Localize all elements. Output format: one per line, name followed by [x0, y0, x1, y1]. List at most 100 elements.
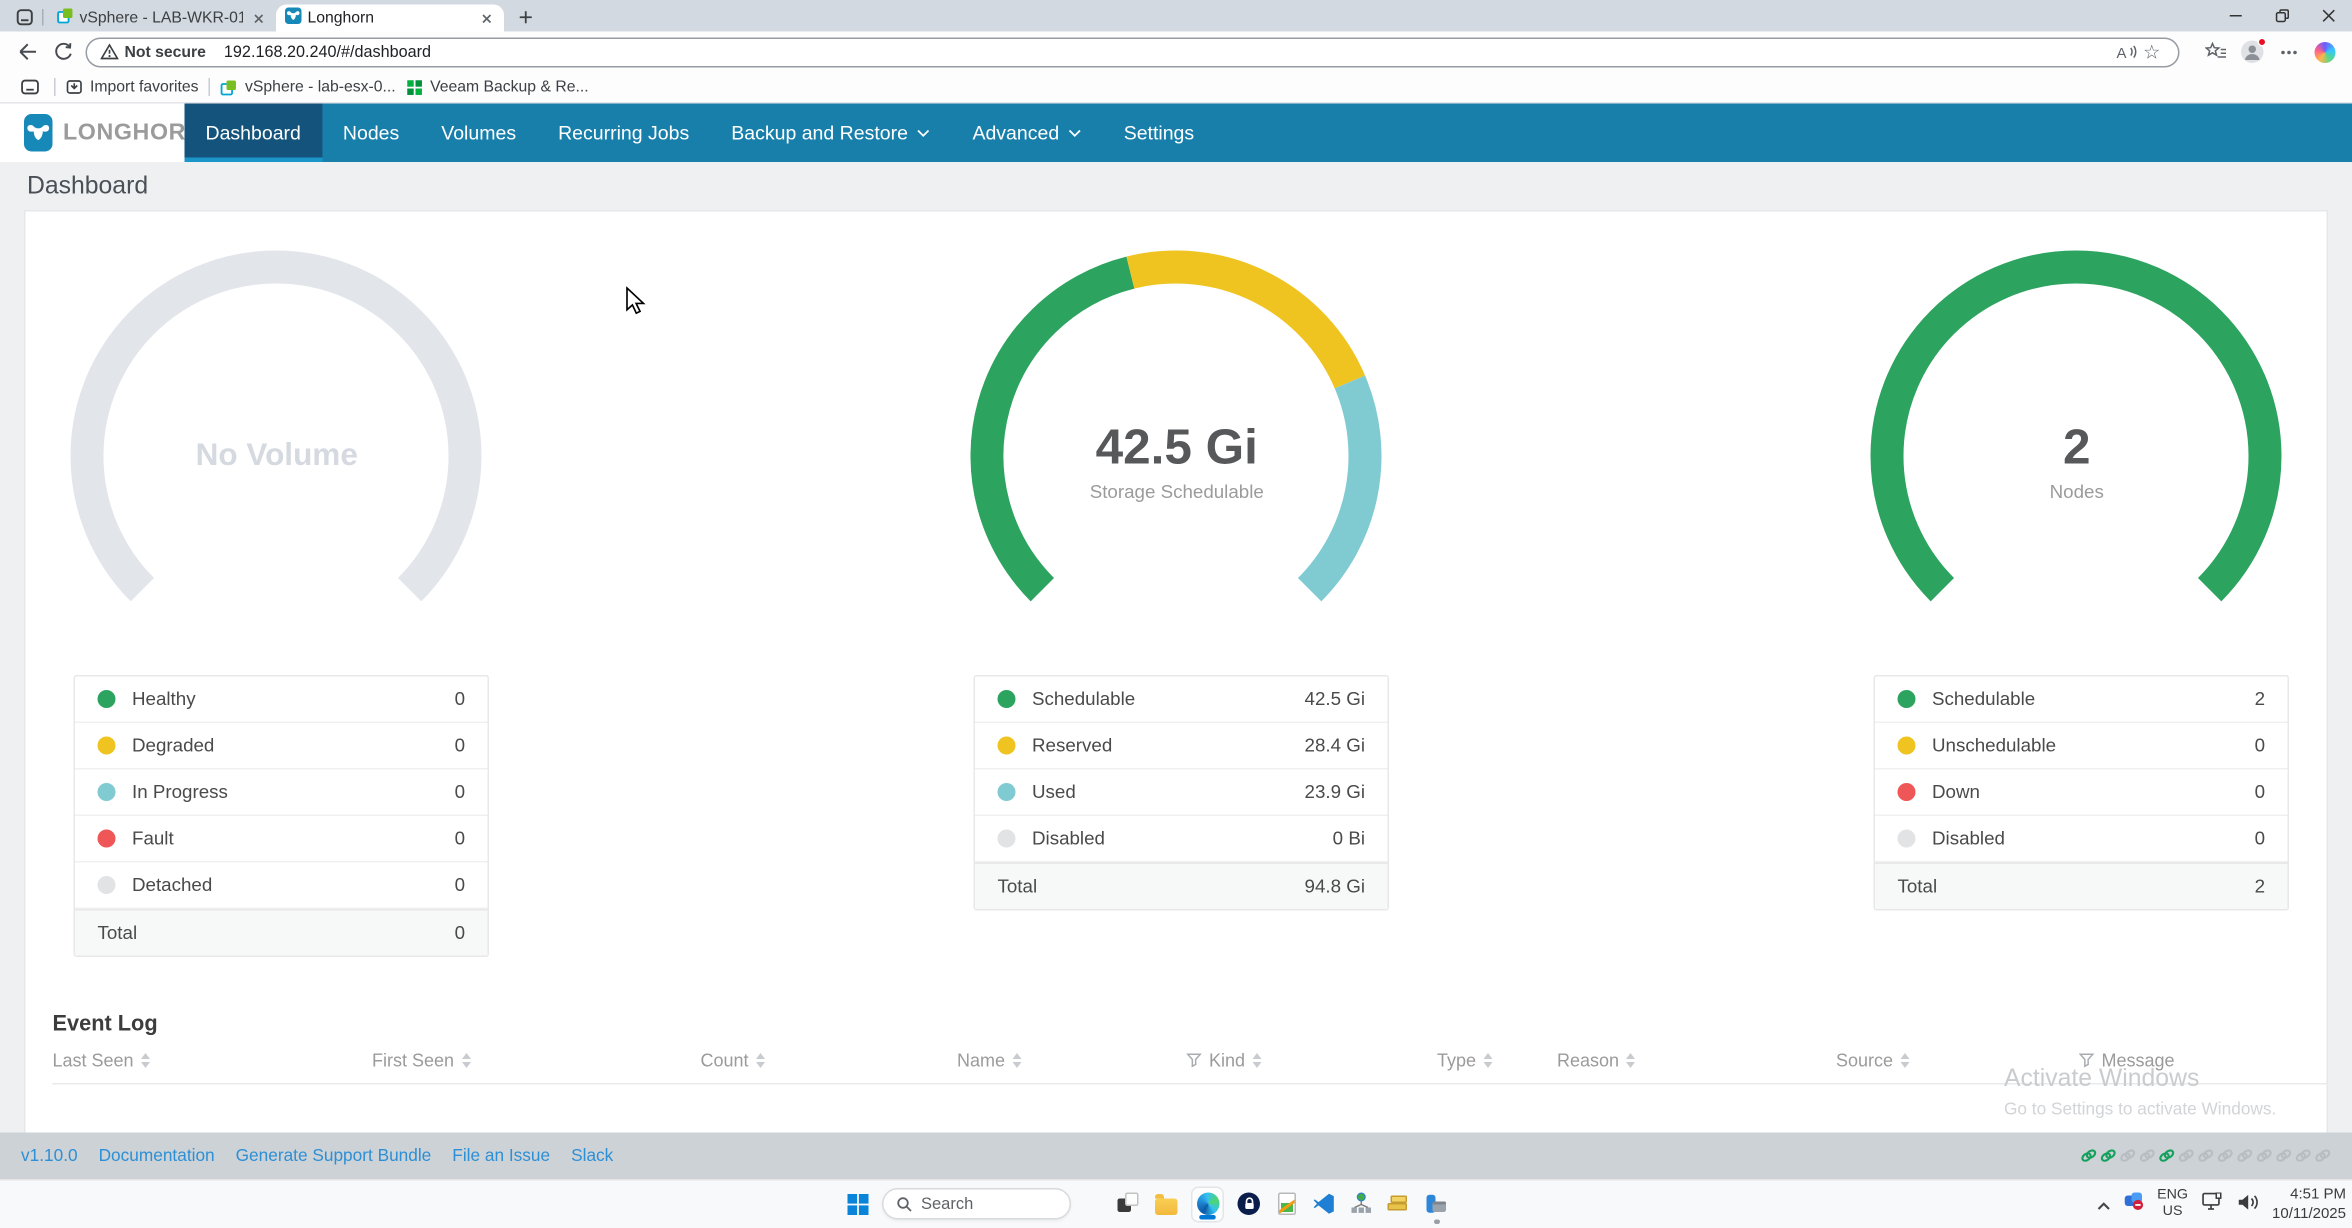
column-header-name[interactable]: Name	[957, 1050, 1187, 1071]
task-view-icon[interactable]	[1116, 1191, 1142, 1217]
nav-item-recurring-jobs[interactable]: Recurring Jobs	[537, 104, 710, 163]
remote-app-icon[interactable]	[1424, 1191, 1450, 1217]
restore-icon[interactable]	[2259, 0, 2306, 32]
column-header-first-seen[interactable]: First Seen	[372, 1050, 701, 1071]
chain-link-icon-grey[interactable]	[2295, 1149, 2312, 1163]
legend-value: 0	[2255, 828, 2265, 849]
nav-item-advanced[interactable]: Advanced	[951, 104, 1102, 163]
address-bar[interactable]: Not secure 192.168.20.240/#/dashboard A …	[86, 37, 2180, 67]
chain-link-icon-grey[interactable]	[2217, 1149, 2234, 1163]
nav-item-settings[interactable]: Settings	[1103, 104, 1215, 163]
chain-link-icon-grey[interactable]	[2178, 1149, 2195, 1163]
import-favorites-button[interactable]: Import favorites	[66, 78, 199, 96]
nav-item-backup-and-restore[interactable]: Backup and Restore	[710, 104, 951, 163]
filter-icon[interactable]	[2079, 1053, 2094, 1068]
chain-link-icon-grey[interactable]	[2198, 1149, 2215, 1163]
start-icon[interactable]	[845, 1191, 871, 1217]
putty-icon[interactable]	[1386, 1191, 1412, 1217]
legend-row-degraded: Degraded0	[75, 723, 488, 770]
back-icon[interactable]	[14, 38, 41, 65]
browser-tab-vsphere[interactable]: vSphere - LAB-WKR-01 - Datasto	[48, 5, 276, 32]
column-header-last-seen[interactable]: Last Seen	[53, 1050, 373, 1071]
footer-link-documentation[interactable]: Documentation	[99, 1147, 215, 1165]
legend-label: Fault	[132, 828, 455, 849]
chain-link-icon-green[interactable]	[2100, 1149, 2117, 1163]
column-label: Reason	[1557, 1050, 1619, 1071]
version-link[interactable]: v1.10.0	[21, 1147, 78, 1165]
tab-actions-icon[interactable]	[12, 5, 36, 29]
chain-link-icon-grey[interactable]	[2237, 1149, 2254, 1163]
nav-item-volumes[interactable]: Volumes	[420, 104, 537, 163]
legend-total-row: Total0	[75, 909, 488, 956]
vscode-icon[interactable]	[1311, 1191, 1337, 1217]
legend-row-unschedulable: Unschedulable0	[1875, 723, 2288, 770]
filter-icon[interactable]	[1187, 1053, 1202, 1068]
chain-link-icon-grey[interactable]	[2120, 1149, 2137, 1163]
network-tray-icon[interactable]	[2202, 1191, 2225, 1218]
gauge-center-value: 2	[1869, 420, 2285, 474]
close-tab-icon[interactable]	[477, 9, 495, 27]
chain-link-icon-grey[interactable]	[2315, 1149, 2332, 1163]
sort-icon[interactable]	[1013, 1053, 1022, 1068]
dropdown-chevron-icon	[917, 128, 931, 137]
favorite-star-icon[interactable]: ☆	[2139, 41, 2165, 64]
nav-item-nodes[interactable]: Nodes	[322, 104, 420, 163]
gauge-segment-reserved	[1130, 267, 1349, 382]
profile-avatar-icon[interactable]	[2238, 38, 2267, 67]
longhorn-brand[interactable]: LONGHORN	[0, 104, 185, 163]
browser-tab-longhorn[interactable]: Longhorn	[276, 5, 504, 32]
close-tab-icon[interactable]	[249, 9, 267, 27]
language-indicator[interactable]: ENGUS	[2157, 1188, 2188, 1221]
sort-icon[interactable]	[1484, 1053, 1493, 1068]
favorite-veeam[interactable]: Veeam Backup & Re...	[406, 78, 588, 96]
password-manager-icon[interactable]	[1236, 1191, 1262, 1217]
file-explorer-icon[interactable]	[1154, 1191, 1180, 1217]
column-header-kind[interactable]: Kind	[1187, 1050, 1438, 1071]
chain-link-icon-green[interactable]	[2081, 1149, 2098, 1163]
sort-icon[interactable]	[141, 1053, 150, 1068]
column-header-reason[interactable]: Reason	[1557, 1050, 1836, 1071]
footer-link-file-an-issue[interactable]: File an Issue	[452, 1147, 550, 1165]
new-tab-button[interactable]	[513, 5, 537, 29]
gauge-center-label: Storage Schedulable	[969, 482, 1385, 503]
chain-link-icon-grey[interactable]	[2139, 1149, 2156, 1163]
hidden-icons-chevron[interactable]	[2097, 1191, 2111, 1218]
favorite-vsphere[interactable]: vSphere - lab-esx-0...	[221, 78, 396, 96]
tray-app-icon[interactable]	[2124, 1191, 2144, 1218]
nav-item-label: Advanced	[972, 122, 1059, 145]
copilot-icon[interactable]	[2310, 38, 2339, 67]
taskbar-search[interactable]: Search	[882, 1188, 1071, 1220]
column-header-type[interactable]: Type	[1437, 1050, 1557, 1071]
favorites-list-icon[interactable]	[2202, 38, 2231, 67]
collections-icon[interactable]	[15, 73, 44, 102]
minimize-icon[interactable]	[2213, 0, 2260, 32]
read-aloud-icon[interactable]: A	[2114, 41, 2140, 64]
volume-tray-icon[interactable]	[2238, 1191, 2259, 1218]
event-log-title: Event Log	[53, 1013, 2327, 1037]
chain-link-icon-green[interactable]	[2159, 1149, 2176, 1163]
more-options-icon[interactable]	[2274, 38, 2303, 67]
column-header-count[interactable]: Count	[701, 1050, 958, 1071]
sort-icon[interactable]	[462, 1053, 471, 1068]
sort-icon[interactable]	[1253, 1053, 1262, 1068]
footer-link-slack[interactable]: Slack	[571, 1147, 613, 1165]
refresh-icon[interactable]	[50, 38, 77, 65]
nav-item-dashboard[interactable]: Dashboard	[185, 104, 322, 163]
edge-icon[interactable]	[1191, 1186, 1224, 1222]
chain-link-icon-grey[interactable]	[2256, 1149, 2273, 1163]
close-window-icon[interactable]	[2306, 0, 2352, 32]
chain-status-icons	[2081, 1149, 2332, 1163]
taskbar-clock[interactable]: 4:51 PM10/11/2025	[2272, 1185, 2346, 1224]
sort-icon[interactable]	[1901, 1053, 1910, 1068]
not-secure-chip[interactable]: Not secure	[101, 43, 206, 61]
url-text[interactable]: 192.168.20.240/#/dashboard	[224, 43, 2114, 61]
sort-icon[interactable]	[1627, 1053, 1636, 1068]
sort-icon[interactable]	[756, 1053, 765, 1068]
nav-item-label: Settings	[1124, 122, 1194, 145]
notepad-icon[interactable]	[1274, 1191, 1300, 1217]
chain-link-icon-grey[interactable]	[2276, 1149, 2293, 1163]
column-header-source[interactable]: Source	[1836, 1050, 2079, 1071]
footer-link-generate-support-bundle[interactable]: Generate Support Bundle	[236, 1147, 432, 1165]
network-manager-icon[interactable]	[1349, 1191, 1375, 1217]
not-secure-icon	[101, 44, 119, 61]
